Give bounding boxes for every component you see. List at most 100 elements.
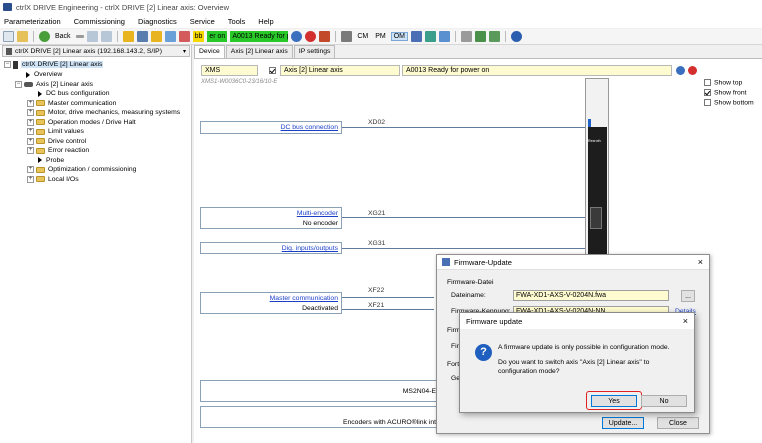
collapse-icon[interactable]: − xyxy=(4,61,11,69)
nav-icon[interactable] xyxy=(100,31,112,42)
axis-icon[interactable] xyxy=(411,31,422,42)
tab-ip-settings[interactable]: IP settings xyxy=(293,45,336,58)
expand-icon[interactable]: + xyxy=(27,175,34,183)
expand-icon[interactable]: + xyxy=(27,147,34,155)
settings-icon[interactable] xyxy=(319,31,331,42)
paste-icon[interactable] xyxy=(489,31,500,42)
dropdown-icon[interactable] xyxy=(75,35,84,38)
tree-item-operation-modes[interactable]: + Operation modes / Drive Halt xyxy=(27,118,136,128)
update-button[interactable]: Update... xyxy=(602,417,644,429)
error-reset-icon[interactable] xyxy=(688,66,697,75)
drive-brand: Rexroth xyxy=(588,139,601,143)
multi-encoder-box: Multi-encoder No encoder xyxy=(200,207,342,229)
port-xg31: XG31 xyxy=(368,240,386,247)
arrow-icon xyxy=(26,71,30,78)
connect-icon[interactable] xyxy=(136,31,148,42)
close-icon[interactable]: × xyxy=(698,257,703,267)
menu-help[interactable]: Help xyxy=(258,17,273,26)
device-type-field: XMS xyxy=(201,65,258,76)
tool-icon[interactable] xyxy=(178,31,190,42)
help-icon[interactable] xyxy=(511,31,522,42)
dig-io-box: Dig. inputs/outputs xyxy=(200,242,342,254)
axis-checkbox[interactable] xyxy=(269,67,276,74)
om-button[interactable]: OM xyxy=(390,32,408,41)
file-name-input[interactable]: FWA-XD1-AXS-V-0204N.fwa xyxy=(513,290,669,301)
monitor-icon[interactable] xyxy=(164,31,176,42)
tree-item-error-reaction[interactable]: + Error reaction xyxy=(27,146,89,156)
tree-item-limit-values[interactable]: + Limit values xyxy=(27,127,84,137)
cm-button[interactable]: CM xyxy=(355,33,370,40)
refresh-icon[interactable] xyxy=(676,66,685,75)
expand-icon[interactable]: + xyxy=(27,137,34,145)
bb-indicator: bb xyxy=(192,31,205,42)
menu-diagnostics[interactable]: Diagnostics xyxy=(138,17,177,26)
menu-commissioning[interactable]: Commissioning xyxy=(74,17,125,26)
expand-icon[interactable]: + xyxy=(27,118,34,126)
window-title: ctrlX DRIVE Engineering - ctrlX DRIVE [2… xyxy=(16,2,229,12)
menu-parameterization[interactable]: Parameterization xyxy=(4,17,61,26)
favorite-icon[interactable] xyxy=(122,31,134,42)
title-bar: ctrlX DRIVE Engineering - ctrlX DRIVE [2… xyxy=(0,0,762,14)
pm-button[interactable]: PM xyxy=(373,33,388,40)
master-communication-link[interactable]: Master communication xyxy=(270,295,338,302)
folder-icon xyxy=(36,109,45,116)
grid-icon[interactable] xyxy=(341,31,353,42)
expand-icon[interactable]: + xyxy=(27,166,34,174)
show-bottom-option[interactable]: Show bottom xyxy=(704,99,754,106)
port-xf22: XF22 xyxy=(368,287,385,294)
tab-device[interactable]: Device xyxy=(194,45,225,58)
forward-icon[interactable] xyxy=(86,31,98,42)
error-reset-icon[interactable] xyxy=(305,31,317,42)
expand-icon[interactable]: + xyxy=(27,128,34,136)
firmware-update-dialog: Firmware update × ? A firmware update is… xyxy=(459,312,695,413)
tab-axis[interactable]: Axis [2] Linear axis xyxy=(225,45,293,58)
device-selector[interactable]: ctrlX DRIVE [2] Linear axis (192.168.143… xyxy=(2,45,190,57)
back-icon[interactable] xyxy=(39,31,50,42)
tree-item-local-ios[interactable]: + Local I/Os xyxy=(27,175,79,185)
yes-button[interactable]: Yes xyxy=(591,395,637,407)
scope-icon[interactable] xyxy=(425,31,436,42)
copy-icon[interactable] xyxy=(475,31,486,42)
no-button[interactable]: No xyxy=(641,395,687,407)
folder-icon xyxy=(36,128,45,135)
close-button[interactable]: Close xyxy=(657,417,699,429)
home-icon[interactable] xyxy=(17,31,28,42)
folder-icon[interactable] xyxy=(150,31,162,42)
folder-icon xyxy=(36,100,45,107)
dc-bus-box: DC bus connection xyxy=(200,121,342,134)
tree-item-optimization[interactable]: + Optimization / commissioning xyxy=(27,165,136,175)
expand-icon[interactable]: + xyxy=(27,109,34,117)
dc-bus-link[interactable]: DC bus connection xyxy=(281,124,338,131)
chart-icon[interactable] xyxy=(439,31,450,42)
collapse-icon[interactable]: − xyxy=(15,80,22,88)
new-icon[interactable] xyxy=(3,31,14,42)
tree-item-drive-control[interactable]: + Drive control xyxy=(27,137,86,147)
show-top-option[interactable]: Show top xyxy=(704,79,742,86)
tree-item-master-communication[interactable]: + Master communication xyxy=(27,99,116,109)
dialog-message-line2: Do you want to switch axis "Axis [2] Lin… xyxy=(498,359,650,366)
menu-service[interactable]: Service xyxy=(190,17,215,26)
close-icon[interactable]: × xyxy=(683,316,688,326)
drive-image: Rexroth xyxy=(585,78,609,258)
tree-item-dc-bus[interactable]: DC bus configuration xyxy=(36,89,109,99)
back-button[interactable]: Back xyxy=(53,33,73,40)
tree-item-motor[interactable]: + Motor, drive mechanics, measuring syst… xyxy=(27,108,180,118)
dig-io-link[interactable]: Dig. inputs/outputs xyxy=(282,245,338,252)
tree-item-overview[interactable]: Overview xyxy=(24,70,62,80)
tree-item-device[interactable]: − ctrlX DRIVE [2] Linear axis xyxy=(4,60,104,70)
expand-icon[interactable]: + xyxy=(27,99,34,107)
browse-button[interactable]: ... xyxy=(681,290,695,302)
power-status: er on xyxy=(207,31,228,42)
refresh-icon[interactable] xyxy=(291,31,303,42)
menu-bar: Parameterization Commissioning Diagnosti… xyxy=(0,14,762,28)
master-communication-status: Deactivated xyxy=(302,305,338,312)
show-front-option[interactable]: Show front xyxy=(704,89,747,96)
multi-encoder-link[interactable]: Multi-encoder xyxy=(297,210,338,217)
cut-icon[interactable] xyxy=(461,31,472,42)
chevron-down-icon[interactable]: ▾ xyxy=(183,48,186,55)
dialog-titlebar: Firmware update × xyxy=(460,313,694,329)
menu-tools[interactable]: Tools xyxy=(228,17,246,26)
tree-item-probe[interactable]: Probe xyxy=(36,156,64,166)
motor-type: MS2N04-E xyxy=(402,388,436,395)
tree-item-axis[interactable]: − Axis [2] Linear axis xyxy=(15,80,93,90)
